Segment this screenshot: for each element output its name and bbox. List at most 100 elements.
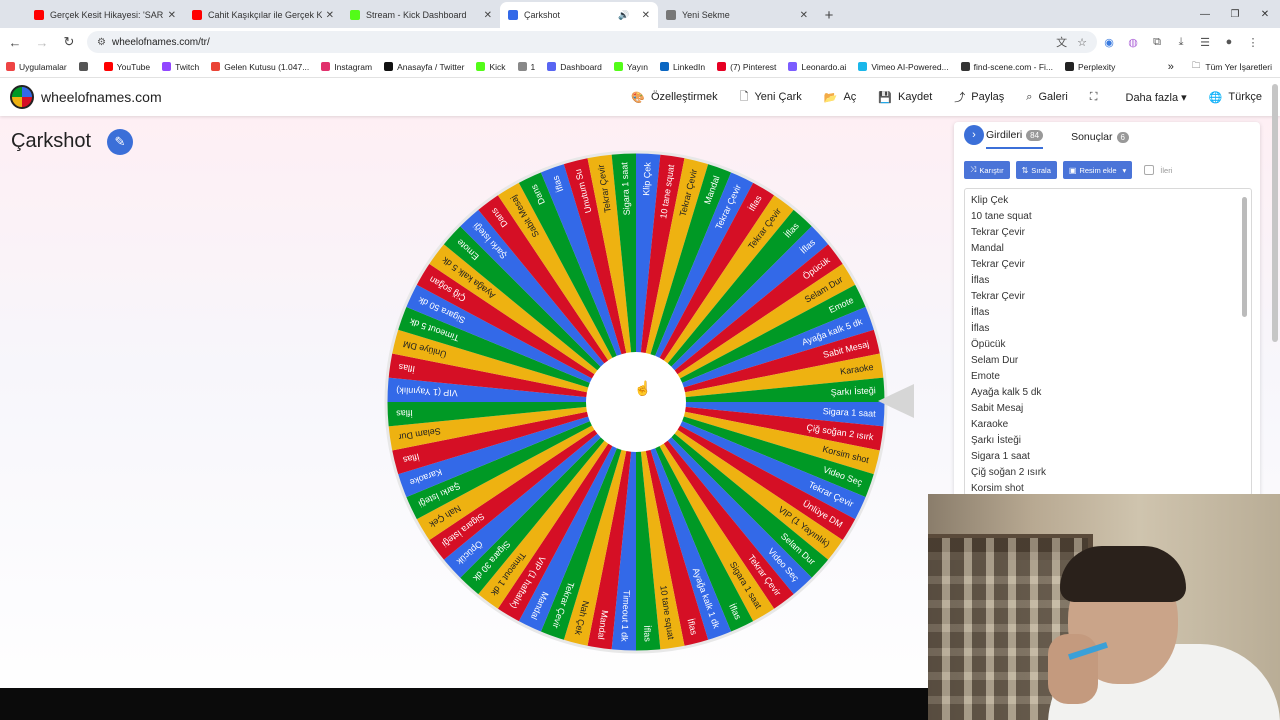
- browser-tab[interactable]: Yeni Sekme ✕: [658, 2, 816, 28]
- tab-title: Çarkshot: [524, 10, 561, 20]
- palette-icon: 🎨: [631, 91, 645, 104]
- bookmark-item[interactable]: (7) Pinterest: [717, 62, 776, 72]
- nav-item[interactable]: 💾 Kaydet: [878, 91, 932, 104]
- bookmark-label: Vimeo AI-Powered...: [871, 61, 949, 72]
- bookmark-item[interactable]: LinkedIn: [659, 61, 706, 72]
- site-brand[interactable]: wheelofnames.com: [41, 89, 162, 105]
- bookmark-item[interactable]: YouTube: [103, 61, 151, 72]
- bookmark-item[interactable]: Vimeo AI-Powered...: [858, 61, 949, 72]
- bookmark-item[interactable]: Anasayfa / Twitter: [384, 62, 464, 72]
- save-icon: 💾: [878, 91, 892, 104]
- bookmark-label: LinkedIn: [672, 61, 706, 72]
- bookmark-item[interactable]: Dashboard: [547, 62, 602, 72]
- extension-icon[interactable]: ◍: [1121, 30, 1145, 54]
- minimize-button[interactable]: —: [1190, 0, 1220, 28]
- nav-item[interactable]: Daha fazla ▾: [1126, 91, 1187, 104]
- close-window-button[interactable]: ✕: [1250, 0, 1280, 28]
- browser-tab[interactable]: Çarkshot 🔊 ✕: [500, 2, 658, 28]
- wheel-center-hub[interactable]: [586, 352, 686, 452]
- browser-menu-icon[interactable]: ⋮: [1241, 30, 1265, 54]
- file-icon: 🗋: [739, 90, 749, 103]
- bookmark-label: 1: [530, 61, 536, 72]
- reload-icon[interactable]: ↻: [57, 30, 81, 54]
- bookmark-item[interactable]: Gelen Kutusu (1.047...: [211, 62, 309, 72]
- bookmark-item[interactable]: Leonardo.ai: [788, 62, 846, 72]
- nav-item[interactable]: 🎨 Özelleştirmek: [631, 91, 717, 104]
- bookmark-item[interactable]: Yayın: [613, 62, 648, 72]
- shuffle-button[interactable]: ⤨ Karıştır: [964, 161, 1010, 179]
- nav-item-label: Galeri: [1038, 91, 1068, 103]
- tab-close-icon[interactable]: ✕: [800, 10, 808, 21]
- nav-item[interactable]: ⤴ Paylaş: [954, 89, 1004, 105]
- nav-item-label: Daha fazla ▾: [1125, 91, 1187, 104]
- collapse-panel-icon[interactable]: ›: [964, 125, 984, 145]
- tab-close-icon[interactable]: ✕: [484, 10, 492, 21]
- bookmark-item[interactable]: [78, 62, 92, 71]
- nav-item-label: Yeni Çark: [754, 91, 802, 103]
- image-icon: ▣: [1068, 165, 1077, 175]
- bookmark-favicon-icon: [960, 62, 970, 71]
- tab-close-icon[interactable]: ✕: [642, 10, 650, 21]
- entry-line: Selam Dur: [971, 355, 1019, 366]
- site-logo[interactable]: [10, 85, 34, 109]
- bookmark-star-icon[interactable]: ☆: [1077, 36, 1087, 49]
- entries-panel: › Girdileri 84 Sonuçlar 6 ⤨ Karıştır ⇅ Sır…: [954, 122, 1260, 502]
- entry-line: İflas: [971, 275, 990, 286]
- tab-close-icon[interactable]: ✕: [326, 10, 334, 21]
- wheel-graphic[interactable]: Klip Çek 10 tane squat Tekrar Çevir MandalT…: [380, 146, 892, 658]
- bookmark-item[interactable]: Twitch: [162, 62, 199, 72]
- nav-item[interactable]: ⌕ Galeri: [1026, 91, 1068, 104]
- new-tab-button[interactable]: +: [816, 2, 842, 28]
- entry-line: 10 tane squat: [971, 211, 1032, 222]
- all-bookmarks-link[interactable]: Tüm Yer İşaretleri: [1205, 62, 1272, 72]
- entries-scrollbar[interactable]: [1242, 197, 1247, 317]
- tab-audio-icon[interactable]: 🔊: [618, 10, 629, 21]
- fullscreen-icon: ⛶: [1089, 90, 1098, 103]
- bookmarks-bar: Uygulamalar YouTube Twitch Gelen Kutusu (1.…: [0, 56, 1280, 78]
- browser-tab[interactable]: Gerçek Kesit Hikayesi: 'SARI BM... ✕: [26, 2, 184, 28]
- download-icon[interactable]: ⤓: [1169, 30, 1193, 54]
- webcam-person-hand: [1048, 634, 1098, 704]
- bookmark-item[interactable]: Instagram: [321, 62, 372, 72]
- bookmark-item[interactable]: 1: [517, 61, 536, 72]
- entries-textarea[interactable]: Klip Çek 10 tane squat Tekrar Çevir Mandal T…: [964, 188, 1252, 496]
- bookmark-item[interactable]: find-scene.com - Fi...: [960, 62, 1053, 72]
- bookmark-item[interactable]: Kick: [476, 62, 506, 72]
- bookmark-label: YouTube: [116, 61, 151, 72]
- nav-item[interactable]: ⛶: [1090, 91, 1104, 104]
- page-scrollbar[interactable]: [1272, 84, 1278, 342]
- wheel-title: Çarkshot: [11, 130, 92, 152]
- profile-avatar-icon[interactable]: ●: [1217, 30, 1241, 54]
- nav-item[interactable]: 📂 Aç: [824, 91, 857, 104]
- browser-tab[interactable]: Stream - Kick Dashboard ✕: [342, 2, 500, 28]
- extensions-puzzle-icon[interactable]: ⧉: [1145, 30, 1169, 54]
- site-info-icon[interactable]: ⚙: [97, 37, 106, 48]
- bookmarks-overflow-button[interactable]: »: [1168, 61, 1174, 73]
- bookmark-label: Anasayfa / Twitter: [397, 61, 465, 72]
- bookmark-item[interactable]: Perplexity: [1065, 62, 1115, 72]
- tab-entries[interactable]: › Girdileri 84: [964, 125, 1044, 149]
- maximize-button[interactable]: ❐: [1220, 0, 1250, 28]
- url-bar[interactable]: ⚙ wheelofnames.com/tr/ 文 ☆: [87, 31, 1097, 53]
- nav-item[interactable]: 🌐 Türkçe: [1209, 91, 1262, 104]
- translate-icon[interactable]: 文: [1056, 34, 1067, 50]
- tab-results[interactable]: Sonuçlar 6: [1071, 131, 1129, 143]
- sort-button[interactable]: ⇅ Sırala: [1015, 161, 1057, 179]
- url-text: wheelofnames.com/tr/: [111, 36, 210, 48]
- edit-title-button[interactable]: ✎: [107, 129, 133, 155]
- nav-item[interactable]: 🗋 Yeni Çark: [740, 88, 802, 107]
- add-image-button[interactable]: ▣ Resim ekle ▾: [1062, 161, 1133, 179]
- wheel[interactable]: Klip Çek 10 tane squat Tekrar Çevir Mandal T…: [380, 146, 892, 658]
- forward-icon[interactable]: →: [30, 30, 54, 54]
- browser-tab[interactable]: Cahit Kaşıkçılar ile Gerçek Kesit ✕: [184, 2, 342, 28]
- bookmark-favicon-icon: [103, 62, 113, 71]
- back-icon[interactable]: ←: [3, 30, 27, 54]
- extension-icon[interactable]: ◉: [1097, 30, 1121, 54]
- bookmark-item[interactable]: Uygulamalar: [6, 62, 67, 72]
- tab-close-icon[interactable]: ✕: [168, 10, 176, 21]
- advanced-checkbox[interactable]: [1144, 165, 1155, 175]
- reading-list-icon[interactable]: ☰: [1193, 30, 1217, 54]
- wheel-pointer: [878, 384, 914, 418]
- entries-count-badge: 84: [1026, 129, 1044, 141]
- bookmark-favicon-icon: [517, 62, 527, 71]
